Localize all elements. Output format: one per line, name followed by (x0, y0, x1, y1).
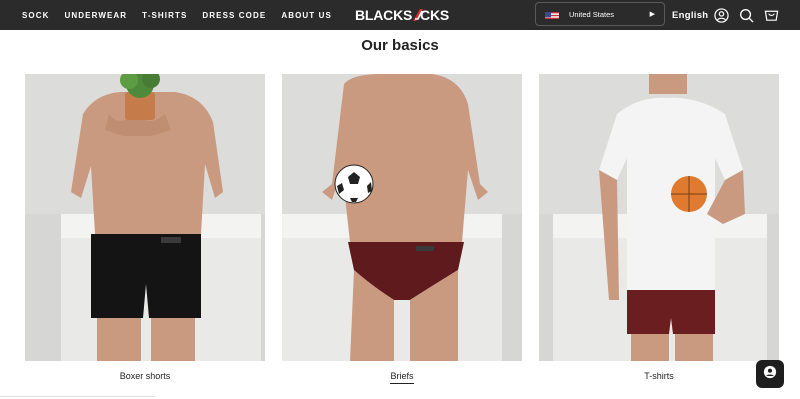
logo-text-left: BLACKS (355, 7, 413, 23)
caption-text: Boxer shorts (119, 371, 171, 381)
nav-underwear[interactable]: UNDERWEAR (65, 11, 128, 20)
product-card-briefs[interactable]: Briefs (282, 74, 522, 384)
country-selector[interactable]: United States ▶ (535, 2, 665, 26)
country-label: United States (569, 9, 615, 19)
search-icon[interactable] (737, 6, 755, 24)
nav-dress-code[interactable]: DRESS CODE (202, 11, 266, 20)
product-caption[interactable]: Briefs (282, 371, 522, 384)
logo-text-right: CKS (420, 7, 449, 23)
divider (0, 396, 155, 397)
brand-logo[interactable]: BLACKS CKS (355, 6, 449, 24)
chat-button[interactable] (756, 360, 784, 388)
chevron-right-icon: ▶ (649, 11, 655, 18)
product-card-boxer-shorts[interactable]: Boxer shorts (25, 74, 265, 381)
cart-icon[interactable] (762, 6, 780, 24)
main-nav: SOCK UNDERWEAR T-SHIRTS DRESS CODE ABOUT… (22, 0, 332, 30)
language-selector[interactable]: English (672, 0, 708, 30)
product-card-t-shirts[interactable]: T-shirts (539, 74, 779, 381)
nav-about-us[interactable]: ABOUT US (281, 11, 332, 20)
product-photo[interactable] (25, 74, 265, 361)
chat-icon (763, 365, 777, 384)
nav-t-shirts[interactable]: T-SHIRTS (142, 11, 187, 20)
caption-text: T-shirts (644, 371, 674, 381)
logo-slash-mark (412, 8, 424, 22)
caption-text: Briefs (390, 371, 414, 384)
account-icon[interactable] (712, 6, 730, 24)
product-caption[interactable]: T-shirts (539, 371, 779, 381)
us-flag-icon (545, 9, 559, 19)
product-photo[interactable] (539, 74, 779, 361)
header-bar: SOCK UNDERWEAR T-SHIRTS DRESS CODE ABOUT… (0, 0, 800, 30)
product-caption[interactable]: Boxer shorts (25, 371, 265, 381)
nav-sock[interactable]: SOCK (22, 11, 50, 20)
product-photo[interactable] (282, 74, 522, 361)
section-title: Our basics (361, 37, 439, 54)
